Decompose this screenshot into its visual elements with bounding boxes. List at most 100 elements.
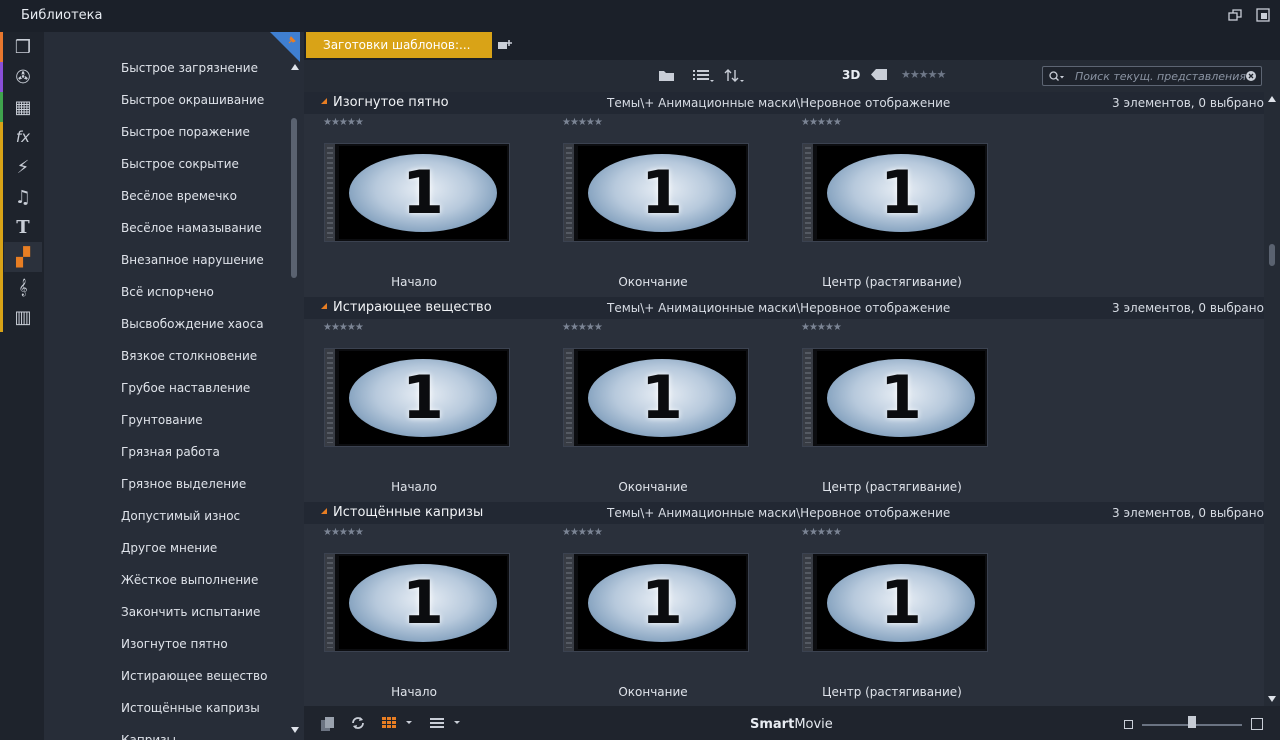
item-thumbnail[interactable]: 1: [564, 144, 748, 241]
scroll-down-icon[interactable]: [1268, 696, 1276, 702]
category-item[interactable]: Быстрое загрязнение: [121, 61, 258, 75]
grid-view-icon[interactable]: [382, 717, 414, 729]
scroll-down-icon[interactable]: [291, 727, 299, 733]
project-icon[interactable]: ❒: [4, 32, 42, 62]
transition-icon[interactable]: ⚡: [4, 152, 42, 182]
zoom-large-icon[interactable]: [1251, 718, 1263, 730]
music-icon[interactable]: ♫: [4, 182, 42, 212]
category-item[interactable]: Грунтование: [121, 413, 203, 427]
undock-icon[interactable]: [1228, 8, 1242, 22]
montage-icon[interactable]: ▞: [4, 242, 42, 272]
thumbnail-number: 1: [402, 568, 444, 638]
pin-icon[interactable]: [287, 35, 297, 45]
3d-toggle[interactable]: 3D: [842, 68, 860, 82]
item-thumbnail[interactable]: 1: [325, 554, 509, 651]
search-input[interactable]: Поиск текущ. представления: [1042, 66, 1262, 86]
clear-search-icon[interactable]: [1246, 71, 1256, 81]
tag-icon[interactable]: [871, 69, 887, 80]
fx-icon[interactable]: fx: [4, 122, 42, 152]
details-view-icon[interactable]: [430, 717, 462, 729]
zoom-slider-handle[interactable]: [1188, 716, 1196, 728]
template-item[interactable]: ★★★★★ 1 Окончание: [558, 322, 748, 502]
group-header[interactable]: Истирающее вещество Темы\+ Анимационные м…: [304, 297, 1264, 319]
category-item[interactable]: Грубое наставление: [121, 381, 250, 395]
item-rating[interactable]: ★★★★★: [801, 117, 842, 128]
category-scroll-thumb[interactable]: [291, 118, 297, 278]
category-item[interactable]: Всё испорчено: [121, 285, 214, 299]
category-item[interactable]: Быстрое поражение: [121, 125, 250, 139]
collapse-triangle-icon[interactable]: [321, 98, 327, 104]
template-item[interactable]: ★★★★★ 1 Центр (растягивание): [797, 322, 987, 502]
category-item[interactable]: Грязное выделение: [121, 477, 246, 491]
group-header[interactable]: Изогнутое пятно Темы\+ Анимационные маски…: [304, 92, 1264, 114]
category-item[interactable]: Капризы: [121, 733, 176, 740]
sort-icon[interactable]: [724, 69, 746, 82]
content-scrollbar[interactable]: [1264, 92, 1280, 706]
item-thumbnail[interactable]: 1: [325, 144, 509, 241]
category-item[interactable]: Внезапное нарушение: [121, 253, 264, 267]
scroll-up-icon[interactable]: [291, 64, 299, 70]
scorefitter-icon[interactable]: ▥: [4, 302, 42, 332]
item-rating[interactable]: ★★★★★: [801, 322, 842, 333]
content-scroll-thumb[interactable]: [1269, 244, 1275, 266]
copy-icon[interactable]: [320, 716, 336, 732]
item-rating[interactable]: ★★★★★: [562, 527, 603, 538]
category-item[interactable]: Грязная работа: [121, 445, 220, 459]
zoom-small-icon[interactable]: [1124, 720, 1133, 729]
smartmovie-button[interactable]: SmartMovie: [750, 717, 833, 732]
tab-templates[interactable]: Заготовки шаблонов:...: [306, 32, 492, 58]
add-tab-icon[interactable]: [497, 39, 513, 51]
search-icon[interactable]: [1049, 71, 1065, 82]
category-item[interactable]: Быстрое окрашивание: [121, 93, 264, 107]
category-item[interactable]: Жёсткое выполнение: [121, 573, 258, 587]
video-reel-icon[interactable]: ✇: [4, 62, 42, 92]
sync-icon[interactable]: [350, 715, 366, 731]
list-view-icon[interactable]: [693, 69, 715, 82]
item-rating[interactable]: ★★★★★: [562, 117, 603, 128]
category-item[interactable]: Высвобождение хаоса: [121, 317, 264, 331]
photos-icon-glyph: ▦: [14, 96, 32, 118]
rating-filter[interactable]: ★★★★★: [901, 68, 946, 81]
item-rating[interactable]: ★★★★★: [562, 322, 603, 333]
folder-icon[interactable]: [658, 69, 675, 82]
title-icon[interactable]: T: [4, 212, 42, 242]
scroll-up-icon[interactable]: [1268, 96, 1276, 102]
category-color-strip: [0, 212, 3, 242]
item-thumbnail[interactable]: 1: [803, 144, 987, 241]
item-thumbnail[interactable]: 1: [564, 554, 748, 651]
item-rating[interactable]: ★★★★★: [323, 322, 364, 333]
content-grid: Изогнутое пятно Темы\+ Анимационные маски…: [304, 92, 1264, 706]
template-item[interactable]: ★★★★★ 1 Окончание: [558, 117, 748, 297]
restore-icon[interactable]: [1256, 8, 1270, 22]
category-item[interactable]: Другое мнение: [121, 541, 217, 555]
item-rating[interactable]: ★★★★★: [323, 117, 364, 128]
template-item[interactable]: ★★★★★ 1 Начало: [319, 322, 509, 502]
collapse-triangle-icon[interactable]: [321, 508, 327, 514]
item-rating[interactable]: ★★★★★: [801, 527, 842, 538]
item-thumbnail[interactable]: 1: [803, 554, 987, 651]
category-item[interactable]: Допустимый износ: [121, 509, 240, 523]
template-item[interactable]: ★★★★★ 1 Начало: [319, 527, 509, 706]
item-thumbnail[interactable]: 1: [803, 349, 987, 446]
montage-icon-glyph: ▞: [16, 246, 30, 268]
category-item[interactable]: Быстрое сокрытие: [121, 157, 239, 171]
sound-effect-icon-glyph: 𝄞: [18, 278, 28, 296]
template-item[interactable]: ★★★★★ 1 Центр (растягивание): [797, 527, 987, 706]
collapse-triangle-icon[interactable]: [321, 303, 327, 309]
sound-effect-icon[interactable]: 𝄞: [4, 272, 42, 302]
category-item[interactable]: Весёлое времечко: [121, 189, 237, 203]
template-item[interactable]: ★★★★★ 1 Центр (растягивание): [797, 117, 987, 297]
category-item[interactable]: Истощённые капризы: [121, 701, 260, 715]
category-item[interactable]: Вязкое столкновение: [121, 349, 257, 363]
group-header[interactable]: Истощённые капризы Темы\+ Анимационные ма…: [304, 502, 1264, 524]
category-item[interactable]: Закончить испытание: [121, 605, 260, 619]
item-thumbnail[interactable]: 1: [325, 349, 509, 446]
template-item[interactable]: ★★★★★ 1 Начало: [319, 117, 509, 297]
photos-icon[interactable]: ▦: [4, 92, 42, 122]
category-item[interactable]: Истирающее вещество: [121, 669, 267, 683]
category-item[interactable]: Изогнутое пятно: [121, 637, 228, 651]
category-item[interactable]: Весёлое намазывание: [121, 221, 262, 235]
template-item[interactable]: ★★★★★ 1 Окончание: [558, 527, 748, 706]
item-rating[interactable]: ★★★★★: [323, 527, 364, 538]
item-thumbnail[interactable]: 1: [564, 349, 748, 446]
